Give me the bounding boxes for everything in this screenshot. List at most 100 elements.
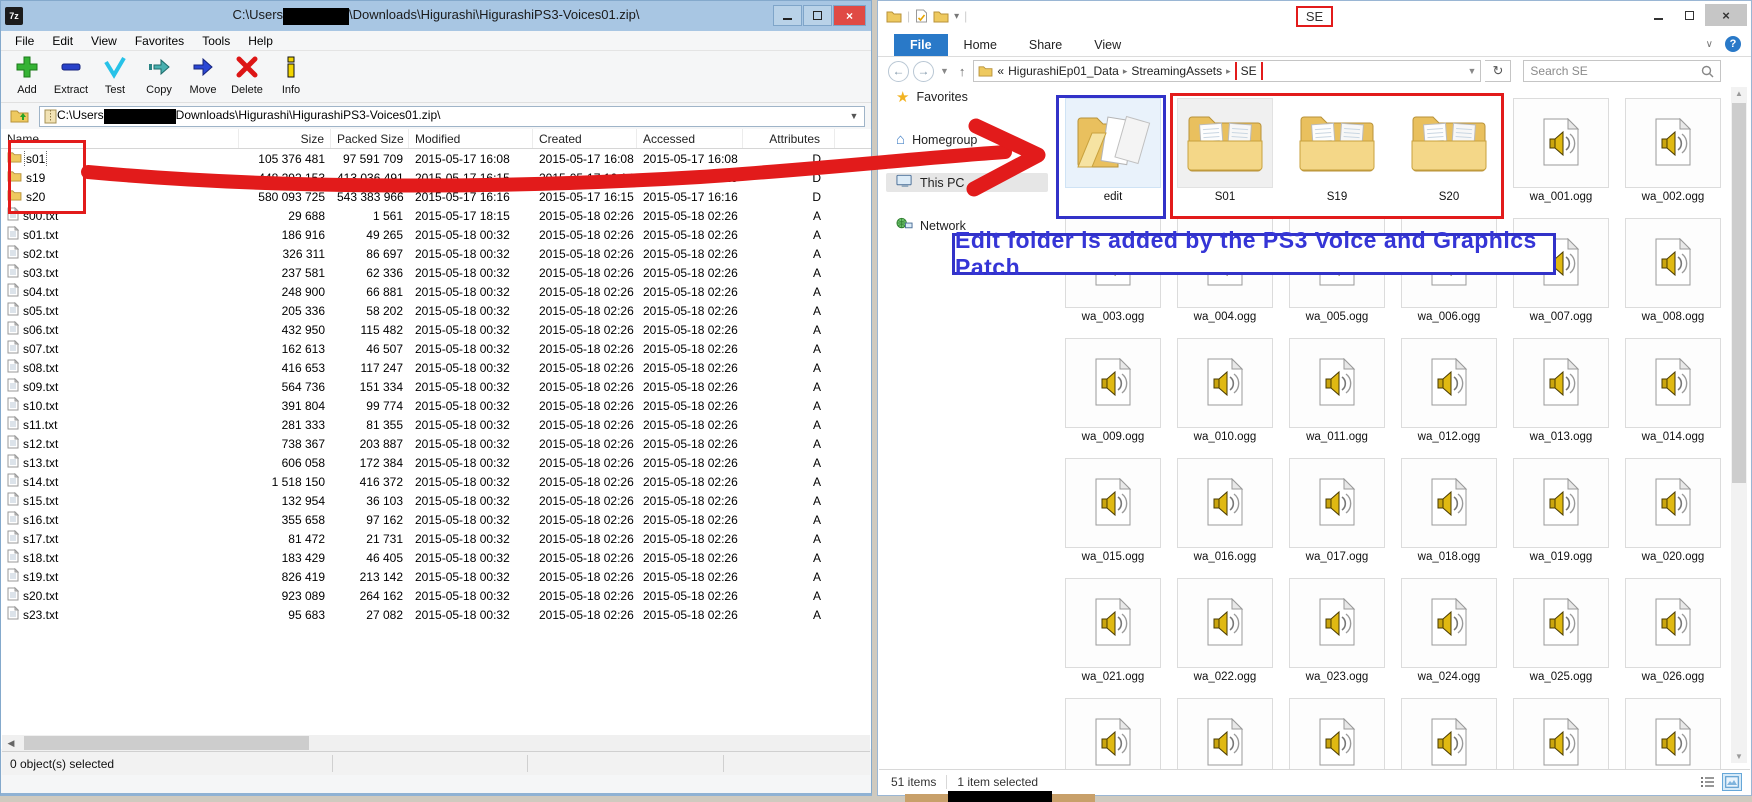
toolbar-move-button[interactable]: Move <box>181 54 225 96</box>
grid-item-audio-file[interactable]: wa_019.ogg <box>1509 458 1613 563</box>
column-header-attributes[interactable]: Attributes <box>743 129 835 148</box>
grid-item-audio-file[interactable]: wa_023.ogg <box>1285 578 1389 683</box>
table-row[interactable]: s16.txt355 65897 1622015-05-18 00:322015… <box>1 510 871 529</box>
table-row[interactable]: s01105 376 48197 591 7092015-05-17 16:08… <box>1 149 871 168</box>
horizontal-scrollbar[interactable]: ◀ <box>2 735 870 751</box>
back-button[interactable]: ← <box>888 61 909 82</box>
table-row[interactable]: s07.txt162 61346 5072015-05-18 00:322015… <box>1 339 871 358</box>
table-row[interactable]: s04.txt248 90066 8812015-05-18 00:322015… <box>1 282 871 301</box>
sidebar-item-this-pc[interactable]: This PC <box>886 173 1048 192</box>
grid-item-audio-file[interactable]: wa_024.ogg <box>1397 578 1501 683</box>
grid-item-folder[interactable]: S20 <box>1397 98 1501 203</box>
grid-item-audio-file[interactable]: wa_015.ogg <box>1061 458 1165 563</box>
address-bar[interactable]: «HigurashiEp01_Data▸StreamingAssets▸SE ▼ <box>973 60 1481 82</box>
up-button[interactable]: ↑ <box>955 64 970 79</box>
maximize-button[interactable] <box>1674 4 1704 26</box>
address-combobox[interactable]: C:\UsersDownloads\Higurashi\HigurashiPS3… <box>39 106 865 127</box>
grid-item-audio-file[interactable]: wa_012.ogg <box>1397 338 1501 443</box>
scroll-down-icon[interactable]: ▼ <box>1735 752 1743 761</box>
table-row[interactable]: s00.txt29 6881 5612015-05-17 18:152015-0… <box>1 206 871 225</box>
address-dropdown-icon[interactable]: ▼ <box>1466 66 1479 76</box>
grid-item-audio-file[interactable]: wa_022.ogg <box>1173 578 1277 683</box>
grid-item-audio-file[interactable]: wa_017.ogg <box>1285 458 1389 563</box>
grid-item-audio-file[interactable]: wa_018.ogg <box>1397 458 1501 563</box>
menu-item-view[interactable]: View <box>83 32 125 50</box>
history-dropdown-icon[interactable]: ▼ <box>938 66 951 76</box>
toolbar-extract-button[interactable]: Extract <box>49 54 93 96</box>
tab-share[interactable]: Share <box>1013 34 1078 56</box>
toolbar-test-button[interactable]: Test <box>93 54 137 96</box>
7zip-titlebar[interactable]: 7z C:\Users\Downloads\Higurashi\Higurash… <box>1 1 871 31</box>
search-input[interactable]: Search SE <box>1523 60 1721 82</box>
maximize-button[interactable] <box>803 5 832 26</box>
table-row[interactable]: s12.txt738 367203 8872015-05-18 00:32201… <box>1 434 871 453</box>
breadcrumb-segment[interactable]: HigurashiEp01_Data <box>1008 64 1119 78</box>
details-view-button[interactable] <box>1698 773 1718 791</box>
column-header-name[interactable]: Name <box>1 129 239 148</box>
table-row[interactable]: s03.txt237 58162 3362015-05-18 00:322015… <box>1 263 871 282</box>
table-row[interactable]: s18.txt183 42946 4052015-05-18 00:322015… <box>1 548 871 567</box>
grid-item-audio-file[interactable]: wa_010.ogg <box>1173 338 1277 443</box>
grid-item-folder[interactable]: edit <box>1061 98 1165 203</box>
table-row[interactable]: s06.txt432 950115 4822015-05-18 00:32201… <box>1 320 871 339</box>
help-icon[interactable]: ? <box>1725 36 1741 52</box>
grid-item-audio-file[interactable]: wa_021.ogg <box>1061 578 1165 683</box>
column-header-created[interactable]: Created <box>533 129 637 148</box>
grid-item-audio-file[interactable] <box>1285 698 1389 771</box>
thumbnail-view-button[interactable] <box>1722 773 1742 791</box>
grid-item-folder[interactable]: S19 <box>1285 98 1389 203</box>
toolbar-delete-button[interactable]: Delete <box>225 54 269 96</box>
table-row[interactable]: s08.txt416 653117 2472015-05-18 00:32201… <box>1 358 871 377</box>
refresh-icon[interactable]: ↻ <box>1485 60 1511 82</box>
table-row[interactable]: s11.txt281 33381 3552015-05-18 00:322015… <box>1 415 871 434</box>
sidebar-item-homegroup[interactable]: ⌂Homegroup <box>886 130 1048 149</box>
toolbar-add-button[interactable]: Add <box>5 54 49 96</box>
table-row[interactable]: s10.txt391 80499 7742015-05-18 00:322015… <box>1 396 871 415</box>
table-row[interactable]: s02.txt326 31186 6972015-05-18 00:322015… <box>1 244 871 263</box>
table-row[interactable]: s20580 093 725543 383 9662015-05-17 16:1… <box>1 187 871 206</box>
grid-item-audio-file[interactable]: wa_016.ogg <box>1173 458 1277 563</box>
table-row[interactable]: s01.txt186 91649 2652015-05-18 00:322015… <box>1 225 871 244</box>
table-row[interactable]: s17.txt81 47221 7312015-05-18 00:322015-… <box>1 529 871 548</box>
table-row[interactable]: s20.txt923 089264 1622015-05-18 00:32201… <box>1 586 871 605</box>
grid-item-audio-file[interactable]: wa_005.ogg <box>1285 218 1389 323</box>
menu-item-edit[interactable]: Edit <box>44 32 81 50</box>
menu-item-help[interactable]: Help <box>240 32 281 50</box>
sidebar-item-network[interactable]: Network <box>886 216 1048 235</box>
up-folder-button[interactable] <box>7 106 33 126</box>
minimize-button[interactable] <box>1643 4 1673 26</box>
table-row[interactable]: s13.txt606 058172 3842015-05-18 00:32201… <box>1 453 871 472</box>
grid-item-audio-file[interactable] <box>1173 698 1277 771</box>
tab-view[interactable]: View <box>1078 34 1137 56</box>
ribbon-collapse-icon[interactable]: ∨ <box>1706 39 1713 50</box>
minimize-button[interactable] <box>773 5 802 26</box>
grid-item-folder[interactable]: S01 <box>1173 98 1277 203</box>
grid-item-audio-file[interactable]: wa_026.ogg <box>1621 578 1725 683</box>
table-row[interactable]: s14.txt1 518 150416 3722015-05-18 00:322… <box>1 472 871 491</box>
menu-item-file[interactable]: File <box>7 32 42 50</box>
close-button[interactable]: × <box>1705 4 1747 26</box>
address-dropdown-icon[interactable]: ▼ <box>846 111 862 121</box>
table-row[interactable]: s09.txt564 736151 3342015-05-18 00:32201… <box>1 377 871 396</box>
grid-item-audio-file[interactable]: wa_020.ogg <box>1621 458 1725 563</box>
grid-item-audio-file[interactable]: wa_008.ogg <box>1621 218 1725 323</box>
column-header-packed-size[interactable]: Packed Size <box>331 129 409 148</box>
scrollbar-thumb[interactable] <box>24 736 309 750</box>
table-row[interactable]: s23.txt95 68327 0822015-05-18 00:322015-… <box>1 605 871 624</box>
forward-button[interactable]: → <box>913 61 934 82</box>
breadcrumb-segment[interactable]: SE <box>1235 62 1263 80</box>
scrollbar-thumb[interactable] <box>1732 103 1746 483</box>
vertical-scrollbar[interactable]: ▲ ▼ <box>1731 87 1747 763</box>
grid-item-audio-file[interactable]: wa_001.ogg <box>1509 98 1613 203</box>
grid-item-audio-file[interactable]: wa_006.ogg <box>1397 218 1501 323</box>
grid-item-audio-file[interactable] <box>1061 698 1165 771</box>
grid-item-audio-file[interactable]: wa_002.ogg <box>1621 98 1725 203</box>
sidebar-item-favorites[interactable]: ★Favorites <box>886 87 1048 106</box>
column-header-modified[interactable]: Modified <box>409 129 533 148</box>
grid-item-audio-file[interactable] <box>1621 698 1725 771</box>
toolbar-copy-button[interactable]: Copy <box>137 54 181 96</box>
table-row[interactable]: s19.txt826 419213 1422015-05-18 00:32201… <box>1 567 871 586</box>
grid-item-audio-file[interactable]: wa_004.ogg <box>1173 218 1277 323</box>
tab-file[interactable]: File <box>894 34 948 56</box>
tab-home[interactable]: Home <box>948 34 1013 56</box>
